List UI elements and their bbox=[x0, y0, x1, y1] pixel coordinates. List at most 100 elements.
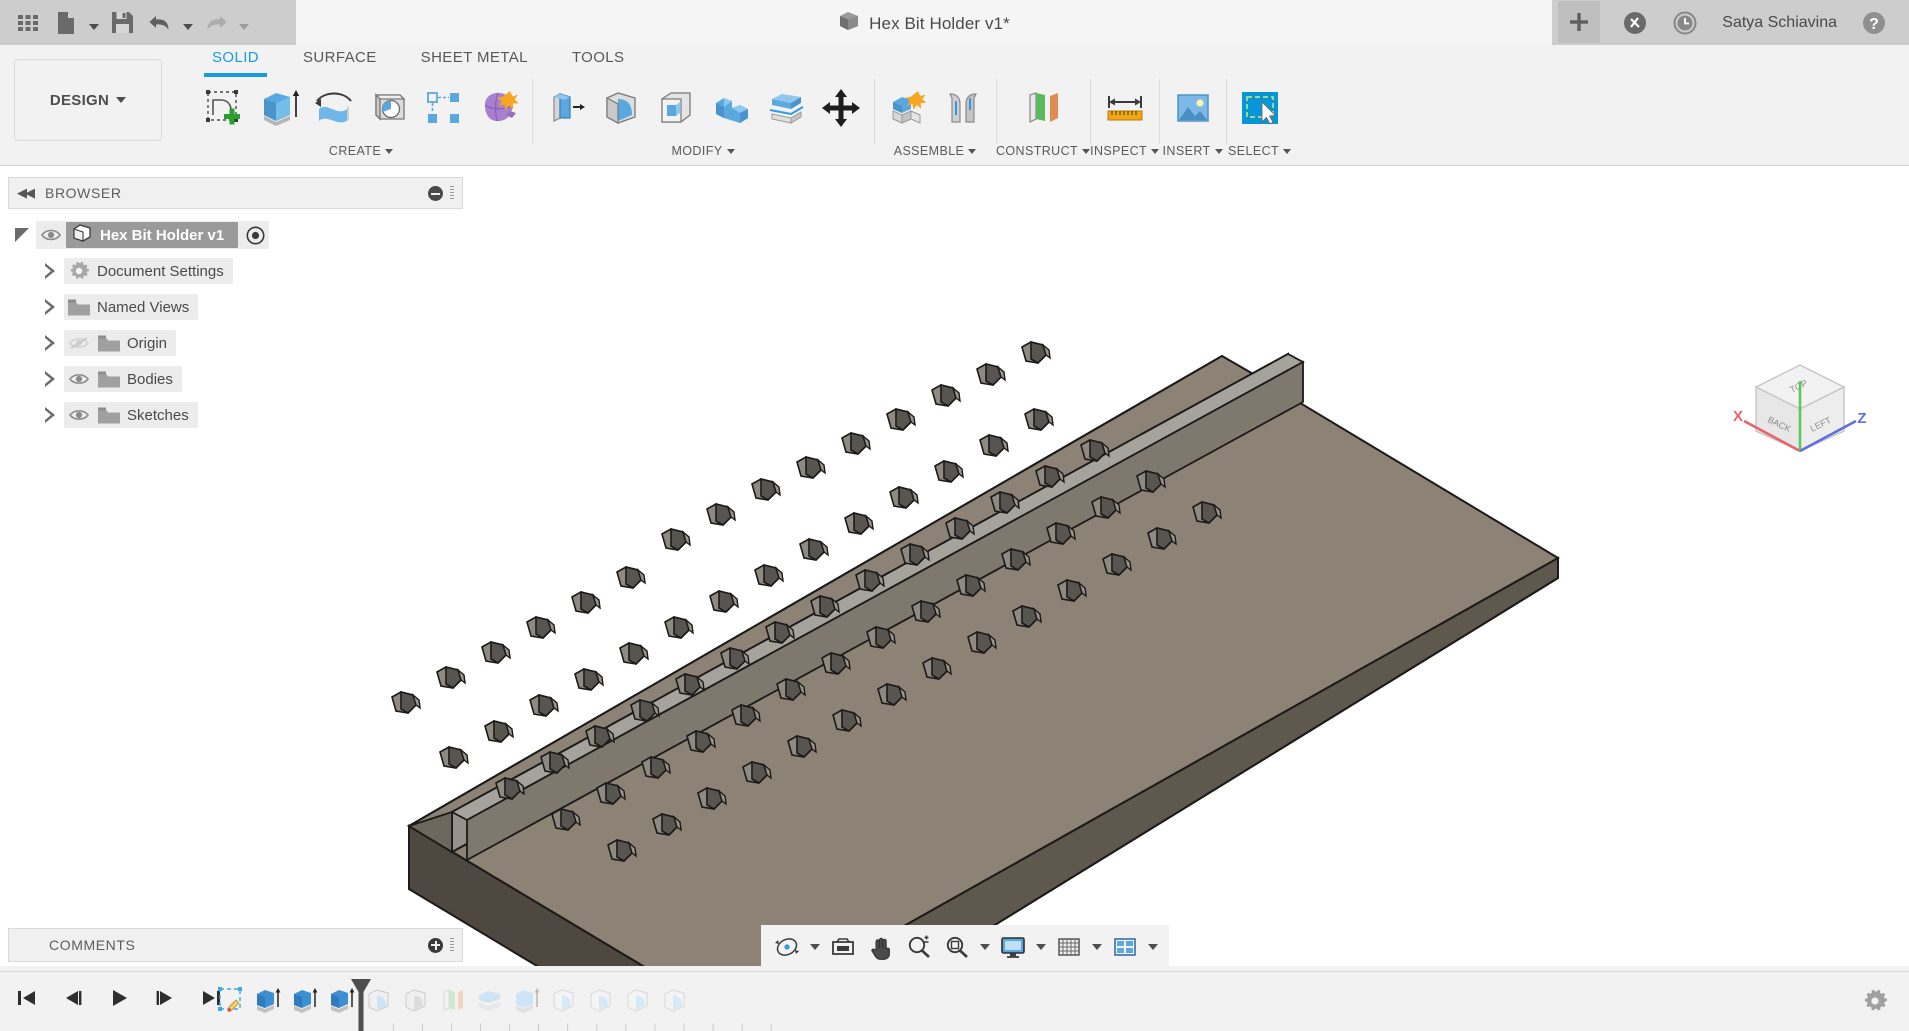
display-settings-tool[interactable] bbox=[995, 927, 1031, 967]
orbit-dropdown[interactable] bbox=[807, 927, 823, 967]
tree-row-sketches[interactable]: Sketches bbox=[8, 397, 463, 433]
collapse-panel-icon[interactable]: ◀◀ bbox=[17, 185, 45, 201]
pan-tool[interactable] bbox=[863, 927, 899, 967]
minus-circle-icon[interactable] bbox=[428, 186, 443, 201]
press-pull-tool[interactable] bbox=[538, 78, 593, 138]
move-copy-tool[interactable] bbox=[813, 78, 868, 138]
panel-resize-handle[interactable] bbox=[450, 186, 454, 201]
shell-tool[interactable] bbox=[648, 78, 703, 138]
zoom-window-dropdown[interactable] bbox=[977, 927, 993, 967]
new-document-icon[interactable] bbox=[48, 4, 84, 42]
sketch-feature[interactable] bbox=[212, 980, 249, 1020]
viewports-tool[interactable] bbox=[1107, 927, 1143, 967]
chevron-down-icon[interactable] bbox=[1215, 149, 1223, 154]
expand-root-icon[interactable] bbox=[8, 228, 36, 242]
visibility-eye-icon[interactable] bbox=[64, 407, 94, 423]
visibility-eye-off-icon[interactable] bbox=[64, 335, 94, 351]
chevron-down-icon[interactable] bbox=[727, 149, 735, 154]
extrude-feature-2[interactable] bbox=[286, 980, 323, 1020]
fillet-feature-3[interactable] bbox=[545, 980, 582, 1020]
step-back-button[interactable] bbox=[54, 979, 92, 1017]
visibility-eye-icon[interactable] bbox=[36, 228, 66, 242]
save-icon[interactable] bbox=[104, 4, 140, 42]
activate-component-icon[interactable] bbox=[238, 226, 265, 245]
sweep-tool[interactable] bbox=[361, 78, 416, 138]
comments-resize-handle[interactable] bbox=[450, 938, 454, 953]
form-tool[interactable] bbox=[471, 78, 526, 138]
job-status-icon[interactable] bbox=[1610, 0, 1660, 45]
new-document-dropdown[interactable] bbox=[86, 4, 102, 42]
look-at-tool[interactable] bbox=[825, 927, 861, 967]
redo-dropdown[interactable] bbox=[236, 4, 252, 42]
chevron-down-icon[interactable] bbox=[385, 149, 393, 154]
workspace-selector[interactable]: DESIGN bbox=[14, 59, 162, 141]
grid-snaps-dropdown[interactable] bbox=[1089, 927, 1105, 967]
tree-row-document-settings[interactable]: Document Settings bbox=[8, 253, 463, 289]
chevron-down-icon[interactable] bbox=[968, 149, 976, 154]
component-icon bbox=[72, 223, 92, 247]
chevron-down-icon[interactable] bbox=[1151, 149, 1159, 154]
revolve-tool[interactable] bbox=[306, 78, 361, 138]
tree-row-bodies[interactable]: Bodies bbox=[8, 361, 463, 397]
visibility-eye-icon[interactable] bbox=[64, 371, 94, 387]
redo-icon[interactable] bbox=[198, 4, 234, 42]
new-component-tool[interactable] bbox=[880, 78, 935, 138]
offset-plane-tool[interactable] bbox=[1016, 78, 1071, 138]
document-tab[interactable]: Hex Bit Holder v1* bbox=[296, 0, 1552, 45]
select-tool[interactable] bbox=[1232, 78, 1287, 138]
expand-icon[interactable] bbox=[36, 407, 64, 423]
user-name[interactable]: Satya Schiavina bbox=[1710, 14, 1849, 32]
chevron-down-icon[interactable] bbox=[1283, 149, 1291, 154]
tab-solid[interactable]: SOLID bbox=[190, 45, 281, 73]
undo-dropdown[interactable] bbox=[180, 4, 196, 42]
expand-icon[interactable] bbox=[36, 263, 64, 279]
viewports-dropdown[interactable] bbox=[1145, 927, 1161, 967]
fillet-tool[interactable] bbox=[593, 78, 648, 138]
zoom-window-tool[interactable] bbox=[939, 927, 975, 967]
fillet-feature-6[interactable] bbox=[656, 980, 693, 1020]
fillet-feature-2[interactable] bbox=[397, 980, 434, 1020]
app-grid-icon[interactable] bbox=[10, 4, 46, 42]
zoom-tool[interactable] bbox=[901, 927, 937, 967]
timeline-settings-gear-icon[interactable] bbox=[1859, 985, 1891, 1017]
expand-icon[interactable] bbox=[36, 299, 64, 315]
step-forward-button[interactable] bbox=[146, 979, 184, 1017]
undo-icon[interactable] bbox=[142, 4, 178, 42]
orbit-tool[interactable] bbox=[769, 927, 805, 967]
tree-row-named-views[interactable]: Named Views bbox=[8, 289, 463, 325]
timeline-marker[interactable] bbox=[348, 978, 374, 1031]
browser-root-item[interactable]: Hex Bit Holder v1 bbox=[66, 222, 238, 248]
recent-activity-icon[interactable] bbox=[1660, 0, 1710, 45]
tab-surface[interactable]: SURFACE bbox=[281, 45, 399, 73]
view-cube[interactable]: TOP BACK LEFT X Z bbox=[1733, 365, 1867, 451]
help-icon[interactable]: ? bbox=[1849, 0, 1899, 45]
play-button[interactable] bbox=[100, 979, 138, 1017]
split-feature[interactable] bbox=[434, 980, 471, 1020]
grid-snaps-tool[interactable] bbox=[1051, 927, 1087, 967]
extrude-feature-4[interactable] bbox=[508, 980, 545, 1020]
fillet-feature-5[interactable] bbox=[619, 980, 656, 1020]
tree-row-root[interactable]: Hex Bit Holder v1 bbox=[8, 217, 463, 253]
split-face-tool[interactable] bbox=[758, 78, 813, 138]
expand-icon[interactable] bbox=[36, 335, 64, 351]
display-settings-dropdown[interactable] bbox=[1033, 927, 1049, 967]
joint-tool[interactable] bbox=[935, 78, 990, 138]
extrude-tool[interactable] bbox=[251, 78, 306, 138]
new-tab-icon[interactable] bbox=[1558, 1, 1600, 43]
extrude-feature-1[interactable] bbox=[249, 980, 286, 1020]
plus-circle-icon[interactable] bbox=[428, 938, 443, 953]
fillet-feature-4[interactable] bbox=[582, 980, 619, 1020]
chevron-down-icon[interactable] bbox=[1082, 149, 1090, 154]
tab-tools[interactable]: TOOLS bbox=[550, 45, 647, 73]
tab-sheet-metal[interactable]: SHEET METAL bbox=[399, 45, 550, 73]
comments-panel[interactable]: COMMENTS bbox=[8, 928, 463, 962]
shell-feature[interactable] bbox=[471, 980, 508, 1020]
combine-tool[interactable] bbox=[703, 78, 758, 138]
expand-icon[interactable] bbox=[36, 371, 64, 387]
tree-row-origin[interactable]: Origin bbox=[8, 325, 463, 361]
insert-image-tool[interactable] bbox=[1165, 78, 1220, 138]
create-sketch-tool[interactable] bbox=[196, 78, 251, 138]
measure-tool[interactable] bbox=[1097, 78, 1152, 138]
go-to-beginning-button[interactable] bbox=[8, 979, 46, 1017]
pattern-tool[interactable] bbox=[416, 78, 471, 138]
